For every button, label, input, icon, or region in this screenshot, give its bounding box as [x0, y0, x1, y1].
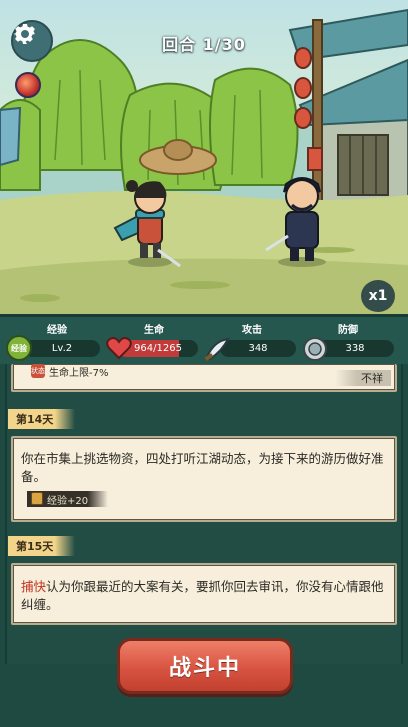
log-entry-text: 你在市集上挑选物资，四处打听江湖动态，为接下来的游历做好准备。	[21, 451, 384, 484]
stats-bar: 经验 Lv.2 经验 生命 964/1265 攻击 348 防御 338	[0, 314, 408, 364]
day-tag-14: 第14天	[8, 409, 76, 429]
sword-icon	[204, 337, 230, 361]
attack-label: 攻击	[242, 325, 262, 336]
exp-label: 经验	[47, 325, 67, 336]
buff-status-icon[interactable]	[15, 72, 41, 98]
shield-icon	[303, 337, 327, 361]
hp-value: 964/1265	[134, 343, 182, 354]
log-entry-text: 捕快认为你跟最近的大案有关，要抓你回去审讯，你没有心情跟他纠缠。	[13, 565, 395, 614]
book-icon	[31, 492, 43, 505]
round-counter: 回合 1/30	[162, 35, 246, 54]
result-badge: 不祥	[335, 370, 391, 386]
speed-toggle-button[interactable]: x1	[361, 280, 395, 312]
exp-icon: 经验	[6, 335, 32, 361]
attack-value: 348	[220, 340, 296, 357]
log-card-day-15: 捕快认为你跟最近的大案有关，要抓你回去审讯，你没有心情跟他纠缠。	[11, 563, 397, 625]
reward-text: 经验+20	[47, 495, 89, 507]
reward-badge: 经验+20	[27, 491, 109, 507]
hp-label: 生命	[144, 325, 164, 336]
level-value: Lv.2	[24, 340, 100, 357]
battle-button[interactable]: 战斗中	[117, 638, 293, 694]
heart-icon	[106, 337, 132, 360]
debuff-icon: 状态	[31, 364, 45, 378]
day-tag-15: 第15天	[8, 536, 76, 556]
defense-label: 防御	[338, 325, 358, 336]
log-card-day-14: 你在市集上挑选物资，四处打听江湖动态，为接下来的游历做好准备。 经验+20	[11, 436, 397, 522]
effect-badge: 状态 生命上限-7%	[27, 363, 128, 379]
result-text: 不祥	[361, 372, 383, 385]
log-entry-body: 认为你跟最近的大案有关，要抓你回去审讯，你没有心情跟他纠缠。	[21, 579, 384, 612]
effect-text: 生命上限-7%	[49, 367, 109, 379]
event-log[interactable]: 状态 生命上限-7% 不祥 第14天 你在市集上挑选物资，四处打听江湖动态，为接…	[0, 364, 408, 664]
highlight-keyword: 捕快	[21, 579, 47, 594]
log-card-previous: 状态 生命上限-7% 不祥	[11, 364, 397, 392]
battle-scene: 回合 1/30 x1	[0, 0, 408, 318]
